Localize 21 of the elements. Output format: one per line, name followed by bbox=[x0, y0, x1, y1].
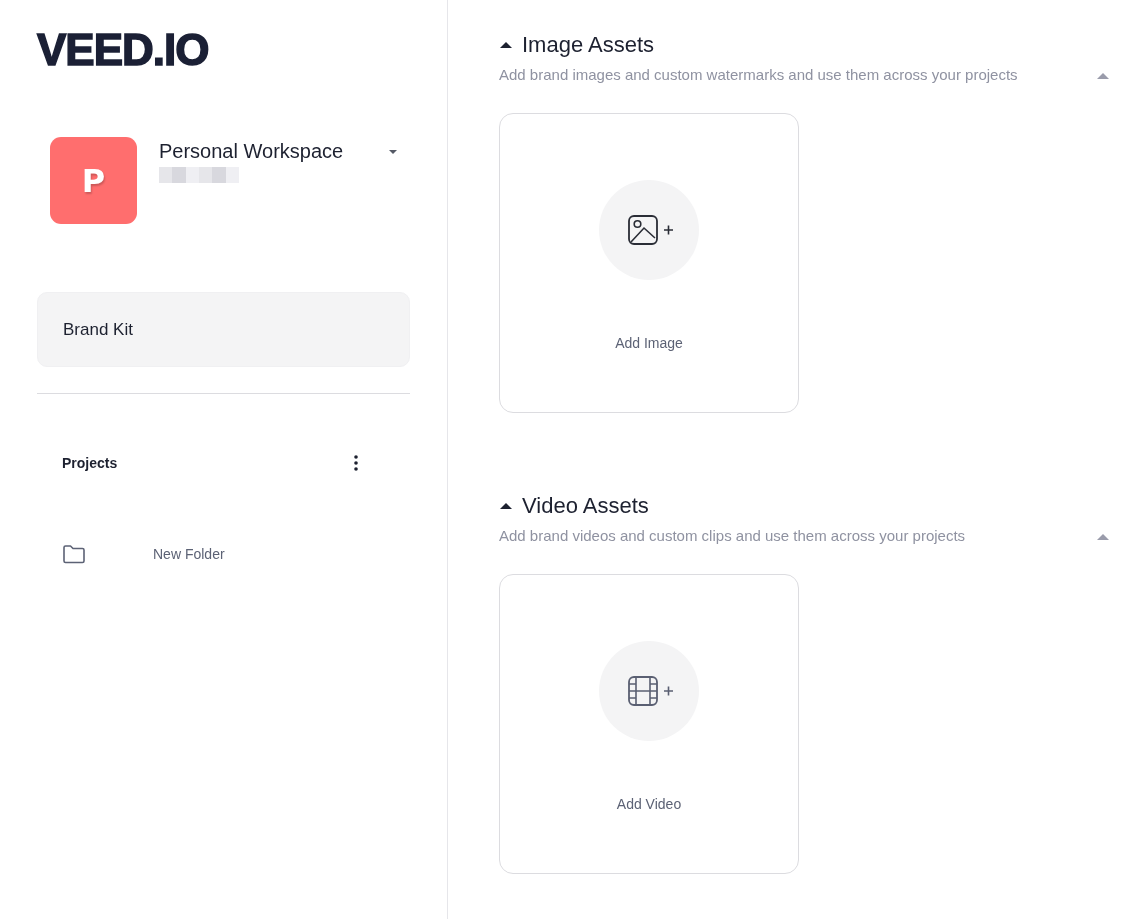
logo[interactable]: VEED.IO bbox=[37, 28, 209, 72]
add-label: Add Image bbox=[615, 335, 683, 351]
add-card[interactable]: Add Image bbox=[499, 113, 799, 413]
workspace-name[interactable]: Personal Workspace bbox=[159, 140, 344, 163]
section-title: Video Assets bbox=[522, 492, 649, 520]
section-title: Image Assets bbox=[522, 31, 655, 59]
caret-icon[interactable] bbox=[499, 40, 513, 50]
more-icon[interactable] bbox=[354, 455, 358, 471]
add-image-icon bbox=[628, 215, 674, 245]
folder-icon[interactable] bbox=[62, 544, 86, 564]
folder-name[interactable]: New Folder bbox=[153, 546, 225, 562]
section-description: Add brand videos and custom clips and use them across your projects bbox=[499, 527, 966, 544]
nav-item[interactable]: Brand Kit bbox=[37, 292, 410, 367]
section-description: Add brand images and custom watermarks and use them across your projects bbox=[499, 66, 1018, 83]
workspace-avatar: P bbox=[50, 137, 137, 224]
add-video-icon bbox=[628, 676, 674, 706]
add-card[interactable]: Add Video bbox=[499, 574, 799, 874]
add-label: Add Video bbox=[616, 796, 682, 812]
caret-icon[interactable] bbox=[499, 501, 513, 511]
caret-icon[interactable] bbox=[388, 148, 398, 155]
projects-title: Projects bbox=[62, 455, 118, 471]
